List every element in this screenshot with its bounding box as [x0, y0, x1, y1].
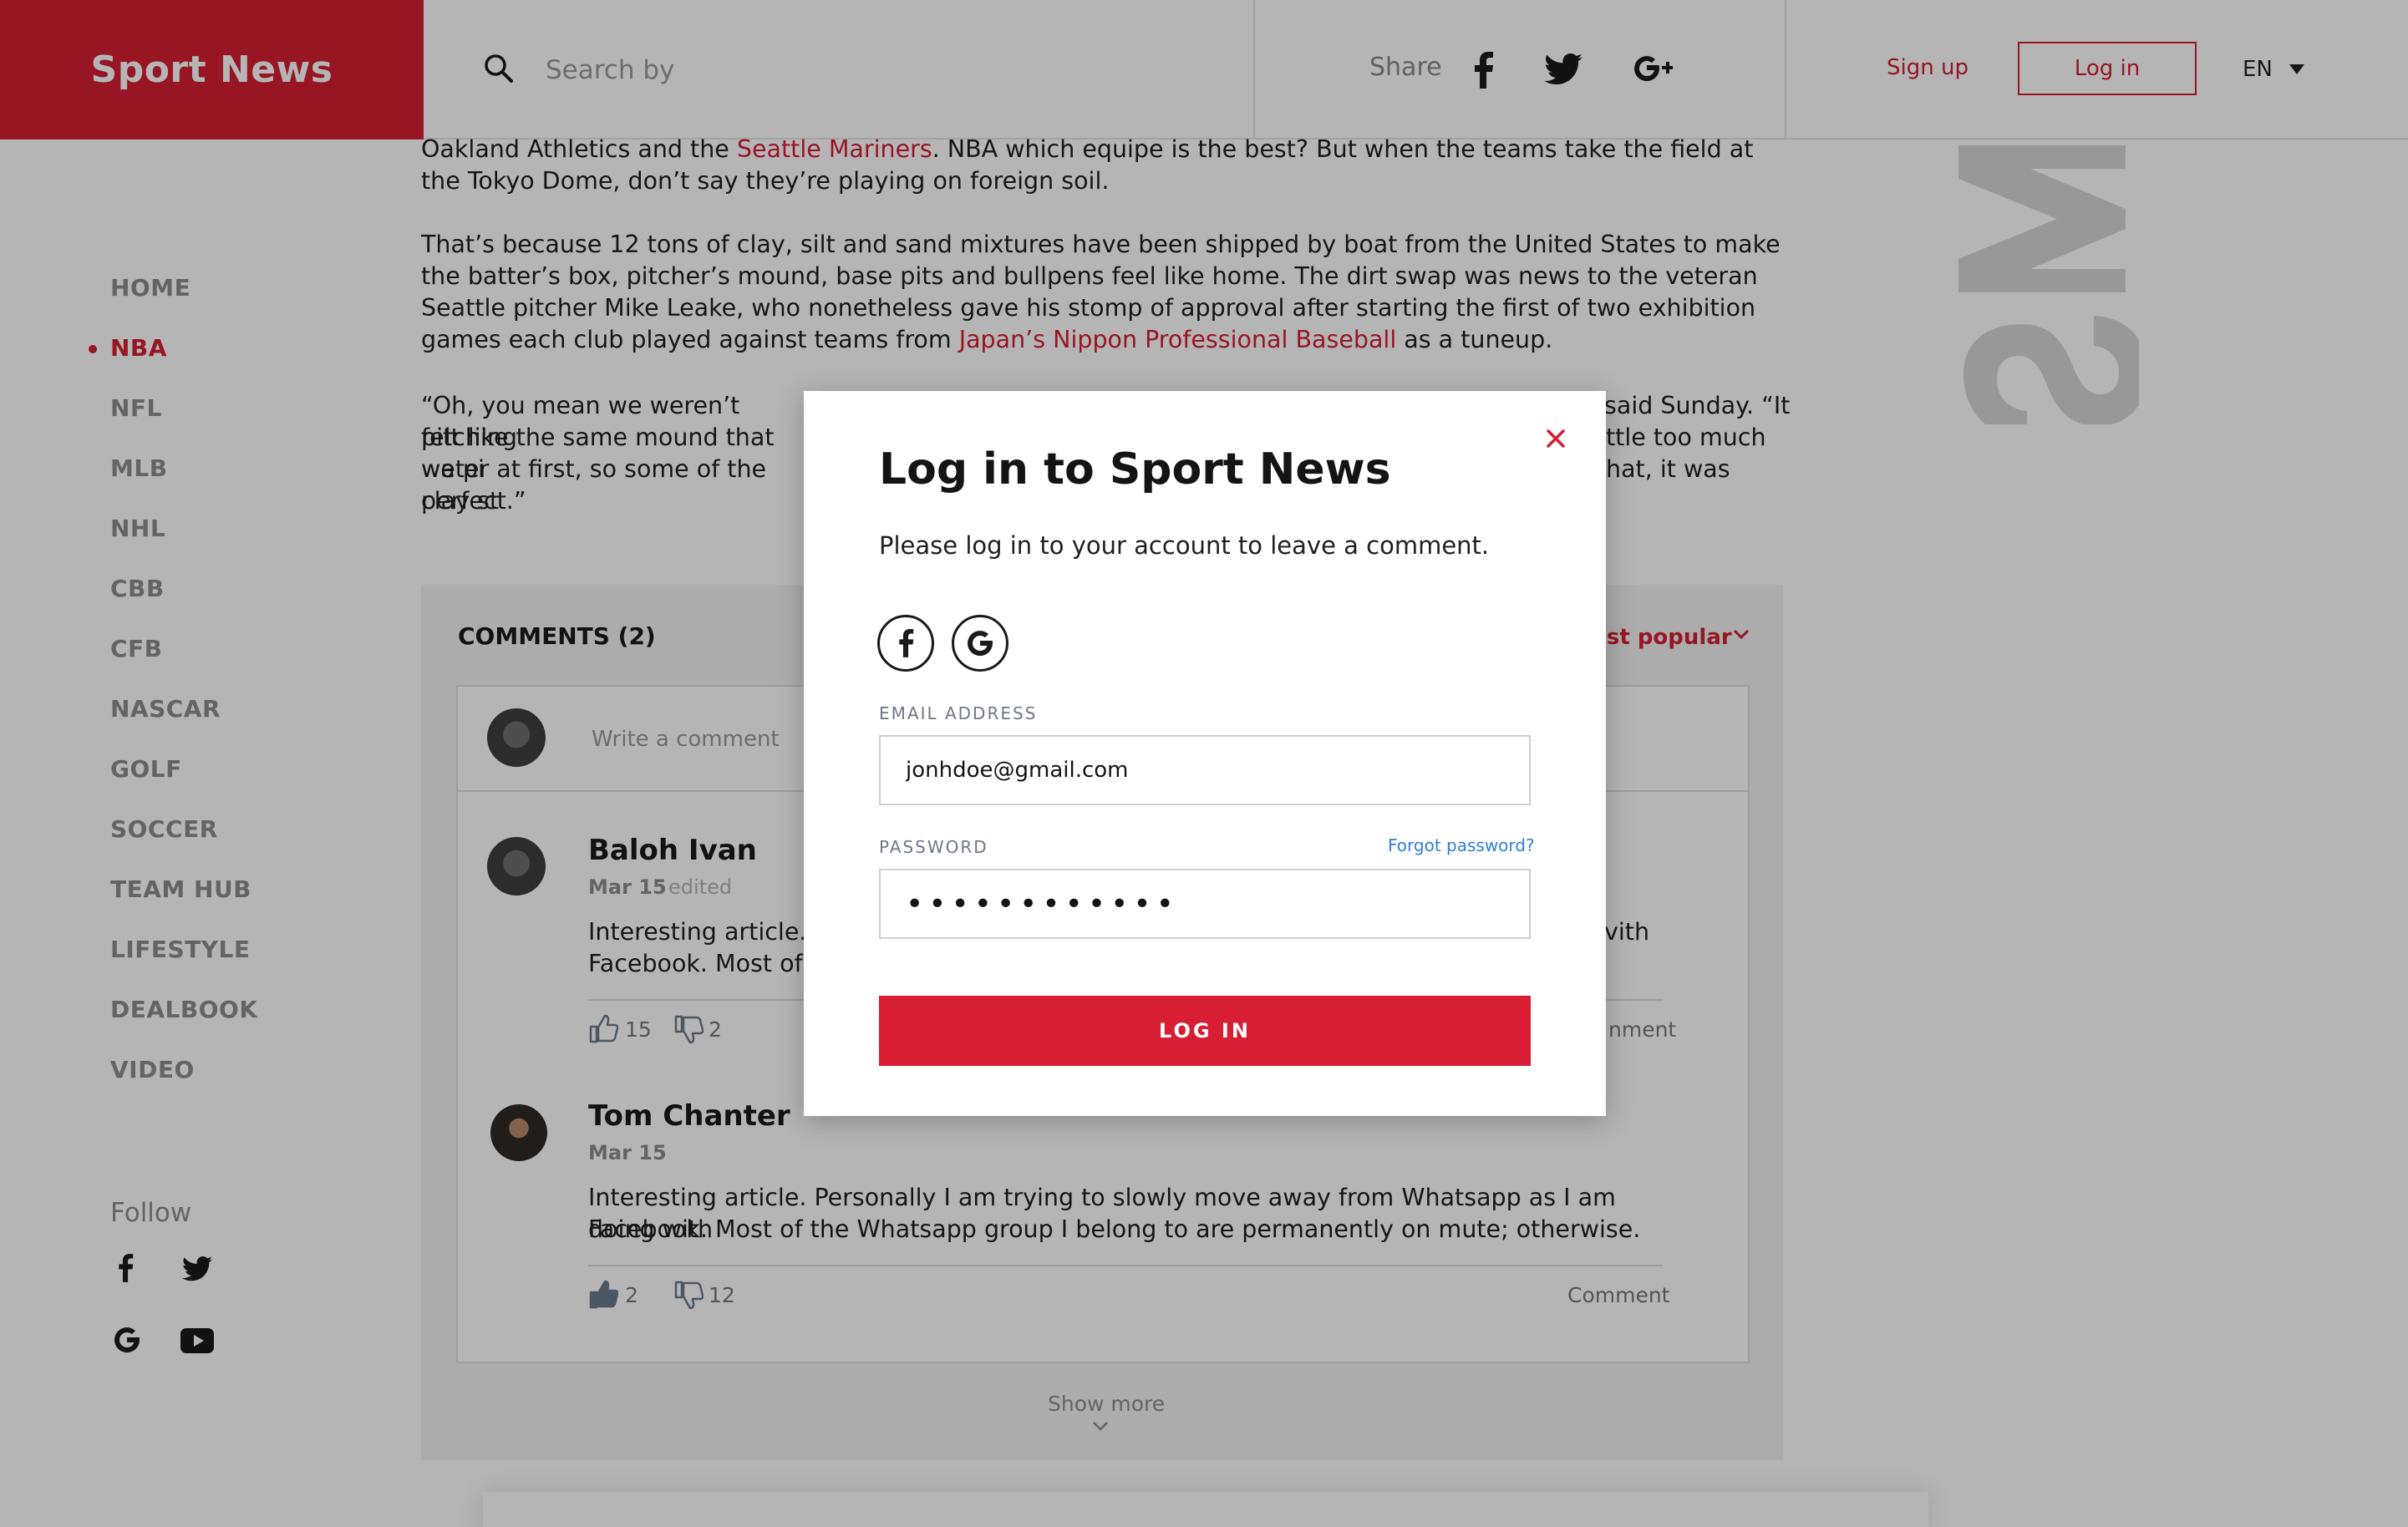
google-login-button[interactable] [952, 615, 1008, 672]
facebook-login-button[interactable] [877, 615, 934, 672]
email-label: EMAIL ADDRESS [879, 703, 1038, 723]
forgot-password-link[interactable]: Forgot password? [1388, 835, 1535, 855]
email-field[interactable] [879, 735, 1531, 805]
close-icon[interactable] [1543, 426, 1568, 451]
modal-subtitle: Please log in to your account to leave a… [879, 531, 1490, 560]
password-field[interactable] [879, 869, 1531, 939]
google-icon [968, 631, 993, 657]
modal-title: Log in to Sport News [879, 444, 1391, 495]
password-label: PASSWORD [879, 837, 988, 857]
facebook-icon [899, 629, 914, 657]
login-submit-button[interactable]: LOG IN [879, 996, 1531, 1066]
